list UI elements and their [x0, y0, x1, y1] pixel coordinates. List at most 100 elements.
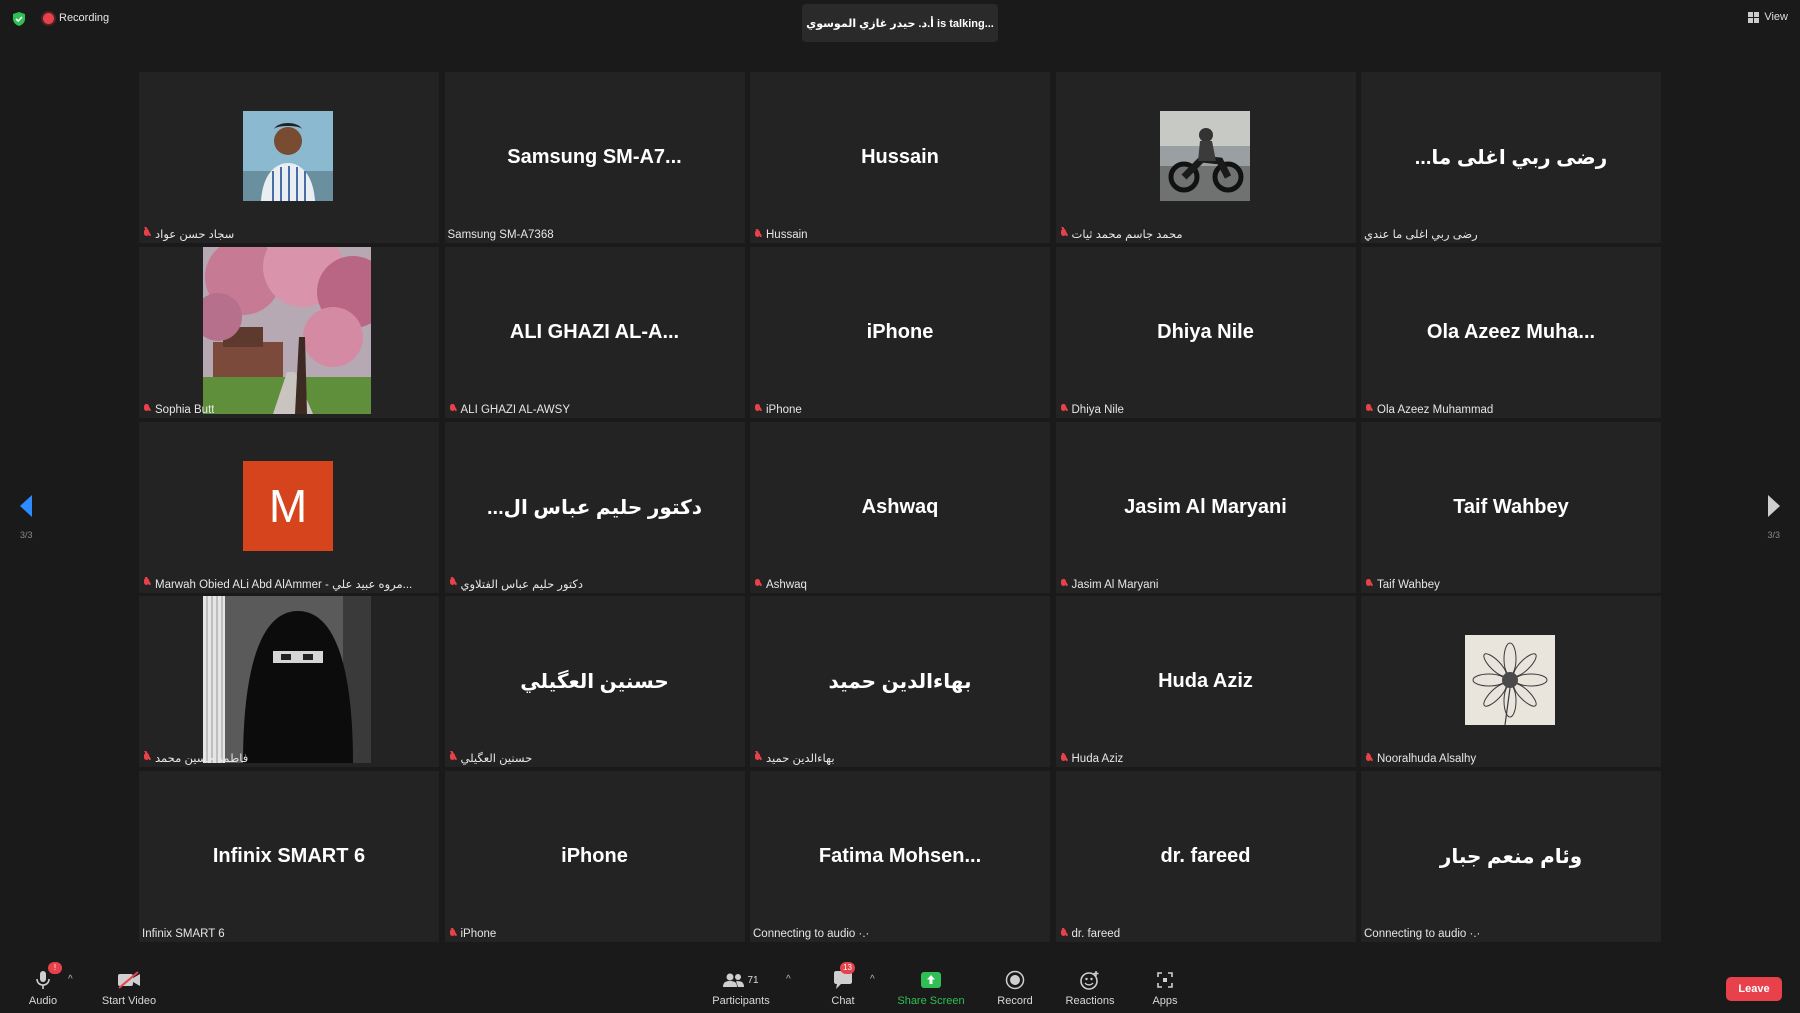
participant-tile[interactable]: Infinix SMART 6 Infinix SMART 6	[139, 771, 439, 942]
participant-tile[interactable]: M Marwah Obied ALi Abd AlAmmer - مروه عبي…	[139, 421, 439, 593]
participant-tile[interactable]: حسنين العگيلي حسنين العگيلي	[444, 596, 745, 768]
chat-label: Chat	[831, 995, 855, 1007]
participant-tile[interactable]: Ashwaq Ashwaq	[750, 421, 1050, 593]
chat-options-caret-icon[interactable]: ^	[870, 974, 875, 985]
security-shield-icon[interactable]	[11, 11, 27, 27]
participant-tile[interactable]: Taif Wahbey Taif Wahbey	[1361, 421, 1661, 593]
participant-tile[interactable]: iPhone iPhone	[444, 771, 745, 942]
share-screen-button[interactable]: Share Screen	[896, 958, 966, 1013]
view-button[interactable]: View	[1748, 11, 1788, 23]
recording-dot-icon	[43, 12, 54, 24]
participant-name: Ola Azeez Muhammad	[1377, 403, 1494, 416]
participant-tile[interactable]: Samsung SM-A7... Samsung SM-A7368	[444, 72, 745, 243]
participant-name: Taif Wahbey	[1377, 578, 1440, 591]
participant-tile[interactable]: Ola Azeez Muha... Ola Azeez Muhammad	[1361, 246, 1661, 418]
participant-tile[interactable]: محمد جاسم محمد ثيات	[1055, 72, 1356, 243]
participant-name: iPhone	[766, 403, 802, 416]
participant-name: بهاءالدين حميد	[766, 753, 835, 766]
page-indicator-right: 3/3	[1767, 530, 1780, 540]
audio-alert-badge: !	[48, 962, 62, 974]
participant-name: Hussain	[766, 229, 808, 241]
participant-name: محمد جاسم محمد ثيات	[1071, 229, 1183, 241]
muted-microphone-icon	[448, 928, 457, 940]
participant-name-label: Ola Azeez Muhammad	[1364, 404, 1493, 416]
reactions-smiley-icon	[1080, 971, 1099, 990]
participant-tile[interactable]: Jasim Al Maryani Jasim Al Maryani	[1055, 421, 1356, 593]
muted-microphone-icon	[142, 752, 151, 764]
apps-button[interactable]: Apps	[1130, 958, 1200, 1013]
participant-name: فاطمة حسين محمد	[155, 753, 249, 766]
muted-microphone-icon	[448, 752, 457, 764]
participants-count: 71	[747, 974, 759, 986]
participant-tile[interactable]: Fatima Mohsen... Connecting to audio ·.·	[750, 771, 1050, 942]
muted-microphone-icon	[142, 228, 151, 240]
participant-name-label: Nooralhuda Alsalhy	[1364, 753, 1476, 765]
record-button[interactable]: Record	[980, 958, 1050, 1013]
next-page-button[interactable]	[1766, 493, 1782, 524]
participant-tile[interactable]: dr. fareed dr. fareed	[1055, 771, 1356, 942]
muted-microphone-icon	[142, 404, 151, 415]
participant-tile[interactable]: سجاد حسن عواد	[139, 72, 439, 243]
participants-button[interactable]: 71 Participants	[706, 958, 776, 1013]
leave-button[interactable]: Leave	[1726, 977, 1782, 1001]
audio-options-caret-icon[interactable]: ^	[68, 974, 73, 985]
participant-display-name: حسنين العگيلي	[520, 671, 669, 694]
participant-name-label: Hussain	[753, 229, 808, 241]
muted-microphone-icon	[1059, 228, 1068, 240]
participant-tile[interactable]: Sophia Butt	[139, 246, 439, 418]
previous-page-button[interactable]	[18, 493, 34, 524]
recording-indicator[interactable]: Recording	[43, 12, 109, 24]
audio-label: Audio	[28, 995, 58, 1007]
participant-tile[interactable]: وئام منعم جبار Connecting to audio ·.·	[1361, 771, 1661, 942]
participant-tile[interactable]: ALI GHAZI AL-A... ALI GHAZI AL-AWSY	[444, 246, 745, 418]
participant-name-label: Dhiya Nile	[1059, 404, 1124, 416]
participant-tile[interactable]: ...رضى ربي اغلى ما رضى ربي اغلى ما عندي	[1361, 72, 1661, 243]
participant-name-label: Ashwaq	[753, 579, 807, 591]
participant-name-label: سجاد حسن عواد	[142, 227, 234, 241]
participant-tile[interactable]: بهاءالدين حميد بهاءالدين حميد	[750, 596, 1050, 768]
participant-name-label: dr. fareed	[1059, 928, 1120, 940]
participant-name: Connecting to audio ·.·	[1364, 928, 1481, 940]
record-icon	[1005, 970, 1025, 990]
participant-tile[interactable]: ...دكتور حليم عباس ال دكتور حليم عباس الف…	[444, 421, 745, 593]
audio-button[interactable]: ! Audio	[8, 958, 78, 1013]
participant-tile[interactable]: iPhone iPhone	[750, 246, 1050, 418]
chat-button[interactable]: 13 Chat	[808, 958, 878, 1013]
muted-microphone-icon	[753, 229, 762, 241]
meeting-toolbar: ! Audio ^ Start Video 71 Participants ^	[0, 958, 1800, 1013]
muted-microphone-icon	[753, 579, 762, 590]
participant-name-label: رضى ربي اغلى ما عندي	[1364, 227, 1478, 241]
participant-tile[interactable]: Hussain Hussain	[750, 72, 1050, 243]
participant-name-label: فاطمة حسين محمد	[142, 751, 248, 765]
apps-icon	[1157, 972, 1173, 988]
profile-photo	[203, 246, 371, 414]
participant-tile[interactable]: Huda Aziz Huda Aziz	[1055, 596, 1356, 768]
participant-display-name: Hussain	[861, 146, 939, 168]
participant-name: iPhone	[460, 928, 497, 940]
participant-name-label: محمد جاسم محمد ثيات	[1059, 227, 1183, 241]
participant-display-name: Samsung SM-A7...	[507, 146, 682, 168]
share-screen-label: Share Screen	[897, 995, 965, 1007]
participant-display-name: وئام منعم جبار	[1439, 846, 1583, 868]
apps-label: Apps	[1152, 995, 1178, 1007]
record-label: Record	[997, 995, 1033, 1007]
participant-display-name: ...رضى ربي اغلى ما	[1414, 147, 1608, 169]
participant-name: Nooralhuda Alsalhy	[1377, 753, 1477, 766]
participant-name: Samsung SM-A7368	[447, 229, 554, 241]
muted-microphone-icon	[753, 752, 762, 764]
participants-label: Participants	[712, 995, 770, 1007]
participants-options-caret-icon[interactable]: ^	[786, 974, 791, 985]
participant-display-name: dr. fareed	[1160, 845, 1251, 867]
participant-tile[interactable]: فاطمة حسين محمد	[139, 596, 439, 768]
reactions-button[interactable]: Reactions	[1055, 958, 1125, 1013]
participant-name: دكتور حليم عباس الفتلاوي	[460, 578, 583, 591]
participant-tile[interactable]: Nooralhuda Alsalhy	[1361, 596, 1661, 768]
participant-display-name: Fatima Mohsen...	[818, 845, 982, 867]
start-video-button[interactable]: Start Video	[94, 958, 164, 1013]
chevron-left-icon	[20, 495, 32, 517]
participant-tile[interactable]: Dhiya Nile Dhiya Nile	[1055, 246, 1356, 418]
participant-display-name: Jasim Al Maryani	[1124, 495, 1287, 518]
muted-microphone-icon	[1059, 928, 1068, 940]
video-off-icon	[118, 971, 140, 989]
participant-name-label: Marwah Obied ALi Abd AlAmmer - مروه عبيد…	[142, 577, 412, 591]
